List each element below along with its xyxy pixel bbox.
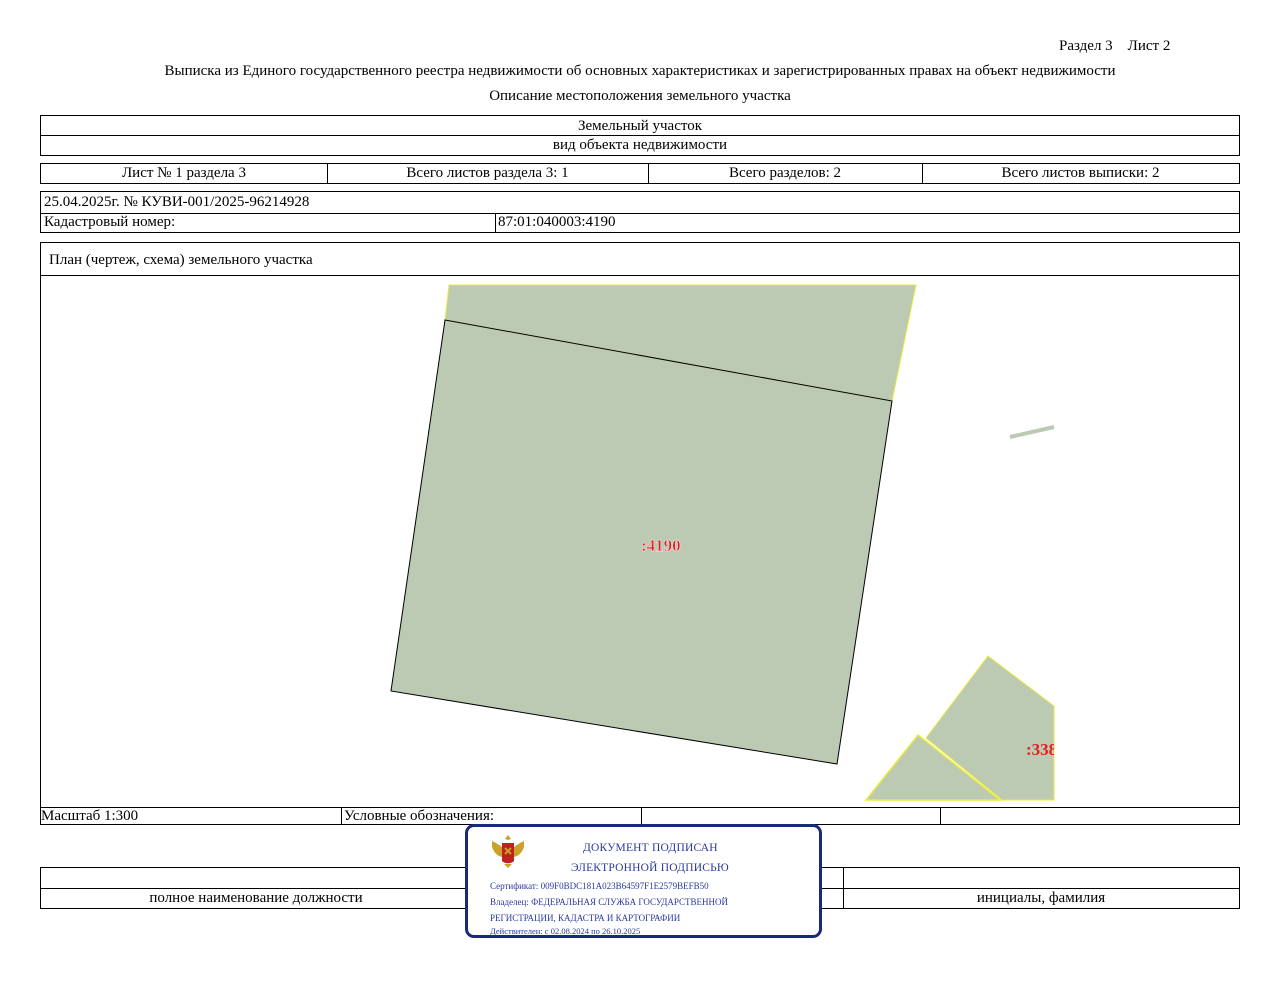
name-caption: инициалы, фамилия [976, 890, 1106, 906]
scale-label: Масштаб 1:300 [41, 807, 139, 824]
legend-label: Условные обозначения: [344, 807, 495, 824]
stamp-valid: Действителен: с 02.08.2024 по 26.10.2025 [490, 926, 641, 936]
position-caption: полное наименование должности [149, 890, 363, 906]
parcel-label-4190: :4190 [641, 536, 681, 555]
parcel-label-338: :338 [1026, 740, 1057, 759]
neighbor-fragment [1009, 425, 1055, 439]
stamp-line-1: ДОКУМЕНТ ПОДПИСАН [583, 842, 718, 854]
electronic-signature-stamp: ДОКУМЕНТ ПОДПИСАН ЭЛЕКТРОННОЙ ПОДПИСЬЮ С… [465, 824, 822, 938]
cadastral-value: 87:01:040003:4190 [498, 214, 616, 230]
divider [641, 808, 642, 824]
divider [940, 808, 941, 824]
stamp-owner-1: Владелец: ФЕДЕРАЛЬНАЯ СЛУЖБА ГОСУДАРСТВЕ… [490, 897, 729, 907]
document-title: Выписка из Единого государственного реес… [164, 63, 1116, 79]
object-type-table: Земельный участок вид объекта недвижимос… [40, 115, 1240, 156]
parcel-plan-drawing: :4190 :338 [390, 284, 1057, 801]
stamp-owner-2: РЕГИСТРАЦИИ, КАДАСТРА И КАРТОГРАФИИ [490, 913, 681, 923]
sheet-number: Лист № 1 раздела 3 [122, 165, 246, 181]
scale-legend-row: Масштаб 1:300 Условные обозначения: [40, 807, 1240, 825]
cadastral-label: Кадастровый номер: [44, 214, 176, 230]
object-type-caption: вид объекта недвижимости [552, 137, 728, 153]
object-type: Земельный участок [577, 117, 703, 134]
sheets-row: Лист № 1 раздела 3 Всего листов раздела … [40, 163, 1240, 184]
date-number: 25.04.2025г. № КУВИ-001/2025-96214928 [44, 194, 310, 210]
document-subtitle: Описание местоположения земельного участ… [489, 88, 791, 104]
total-section-sheets: Всего листов раздела 3: 1 [406, 165, 569, 181]
record-table: 25.04.2025г. № КУВИ-001/2025-96214928 Ка… [40, 191, 1240, 233]
stamp-certificate: Сертификат: 009F0BDC181A023B64597F1E2579… [490, 881, 709, 891]
total-sections: Всего разделов: 2 [728, 165, 842, 181]
section-sheet-label: Раздел 3 Лист 2 [1059, 38, 1171, 54]
plan-box: План (чертеж, схема) земельного участка … [40, 242, 1240, 825]
stamp-line-2: ЭЛЕКТРОННОЙ ПОДПИСЬЮ [571, 862, 729, 874]
double-headed-eagle-emblem-icon [492, 835, 524, 868]
total-extract-sheets: Всего листов выписки: 2 [1001, 165, 1160, 181]
